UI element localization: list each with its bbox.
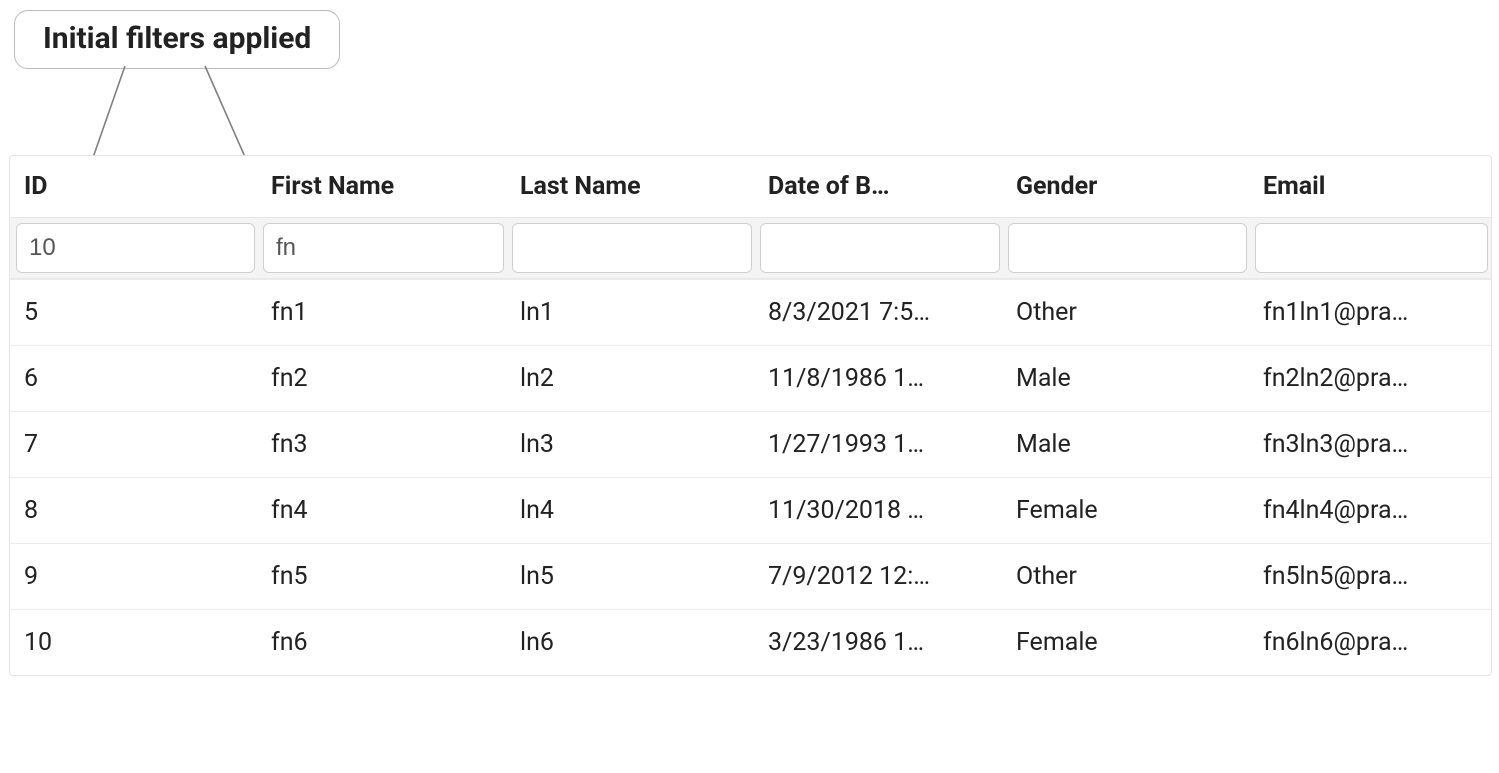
table-row[interactable]: 9 fn5 ln5 7/9/2012 12:… Other fn5ln5@pra… xyxy=(10,544,1491,610)
table-row[interactable]: 6 fn2 ln2 11/8/1986 1… Male fn2ln2@pra… xyxy=(10,346,1491,412)
cell-first: fn6 xyxy=(257,610,506,675)
cell-first: fn3 xyxy=(257,412,506,477)
cell-dob: 11/8/1986 1… xyxy=(754,346,1002,411)
cell-last: ln2 xyxy=(506,346,754,411)
callout-text: Initial filters applied xyxy=(43,21,311,56)
cell-id: 9 xyxy=(10,544,257,609)
callout-bubble: Initial filters applied xyxy=(14,10,340,69)
cell-email: fn5ln5@pra… xyxy=(1249,544,1490,609)
cell-email: fn2ln2@pra… xyxy=(1249,346,1490,411)
filter-input-dob[interactable] xyxy=(760,223,1000,273)
table-row[interactable]: 8 fn4 ln4 11/30/2018 … Female fn4ln4@pra… xyxy=(10,478,1491,544)
cell-dob: 3/23/1986 1… xyxy=(754,610,1002,675)
filter-input-last-name[interactable] xyxy=(512,223,752,273)
filter-input-id[interactable] xyxy=(16,223,255,273)
filter-input-first-name[interactable] xyxy=(263,223,504,273)
cell-last: ln3 xyxy=(506,412,754,477)
cell-id: 6 xyxy=(10,346,257,411)
cell-email: fn3ln3@pra… xyxy=(1249,412,1490,477)
cell-last: ln1 xyxy=(506,280,754,345)
grid-body: 5 fn1 ln1 8/3/2021 7:5… Other fn1ln1@pra… xyxy=(10,280,1491,675)
col-header-first-name[interactable]: First Name xyxy=(257,156,506,217)
table-row[interactable]: 10 fn6 ln6 3/23/1986 1… Female fn6ln6@pr… xyxy=(10,610,1491,675)
cell-last: ln5 xyxy=(506,544,754,609)
table-row[interactable]: 7 fn3 ln3 1/27/1993 1… Male fn3ln3@pra… xyxy=(10,412,1491,478)
cell-gender: Other xyxy=(1002,280,1249,345)
filter-row xyxy=(10,218,1491,280)
cell-dob: 7/9/2012 12:… xyxy=(754,544,1002,609)
cell-gender: Other xyxy=(1002,544,1249,609)
col-header-gender[interactable]: Gender xyxy=(1002,156,1249,217)
cell-first: fn2 xyxy=(257,346,506,411)
filter-input-gender[interactable] xyxy=(1008,223,1247,273)
cell-last: ln6 xyxy=(506,610,754,675)
cell-gender: Female xyxy=(1002,610,1249,675)
cell-email: fn1ln1@pra… xyxy=(1249,280,1490,345)
cell-dob: 8/3/2021 7:5… xyxy=(754,280,1002,345)
cell-dob: 1/27/1993 1… xyxy=(754,412,1002,477)
cell-id: 5 xyxy=(10,280,257,345)
col-header-dob[interactable]: Date of B… xyxy=(754,156,1002,217)
cell-gender: Male xyxy=(1002,412,1249,477)
filter-input-email[interactable] xyxy=(1255,223,1488,273)
cell-email: fn6ln6@pra… xyxy=(1249,610,1490,675)
cell-id: 8 xyxy=(10,478,257,543)
cell-id: 10 xyxy=(10,610,257,675)
cell-first: fn1 xyxy=(257,280,506,345)
cell-email: fn4ln4@pra… xyxy=(1249,478,1490,543)
col-header-email[interactable]: Email xyxy=(1249,156,1490,217)
col-header-last-name[interactable]: Last Name xyxy=(506,156,754,217)
data-grid: ID First Name Last Name Date of B… Gende… xyxy=(9,155,1492,676)
cell-last: ln4 xyxy=(506,478,754,543)
col-header-id[interactable]: ID xyxy=(10,156,257,217)
table-row[interactable]: 5 fn1 ln1 8/3/2021 7:5… Other fn1ln1@pra… xyxy=(10,280,1491,346)
cell-first: fn5 xyxy=(257,544,506,609)
cell-dob: 11/30/2018 … xyxy=(754,478,1002,543)
cell-id: 7 xyxy=(10,412,257,477)
cell-first: fn4 xyxy=(257,478,506,543)
cell-gender: Male xyxy=(1002,346,1249,411)
cell-gender: Female xyxy=(1002,478,1249,543)
grid-header-row: ID First Name Last Name Date of B… Gende… xyxy=(10,156,1491,218)
